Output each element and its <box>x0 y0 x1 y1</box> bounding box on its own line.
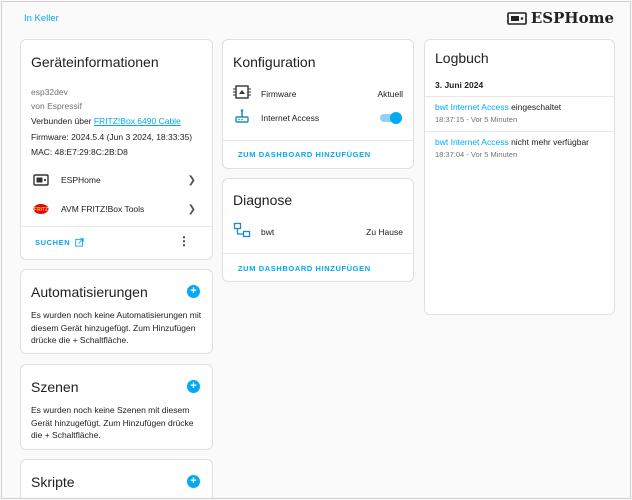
entity-name: Internet Access <box>261 113 320 123</box>
device-info-title: Geräteinformationen <box>31 54 159 70</box>
add-to-dashboard-button[interactable]: ZUM DASHBOARD HINZUFÜGEN <box>238 264 371 273</box>
entity-name: bwt <box>261 227 275 237</box>
add-automation-icon[interactable]: + <box>187 285 200 298</box>
top-bar: In Keller ESPHome <box>2 2 630 36</box>
esphome-icon <box>33 174 49 186</box>
device-mac: MAC: 48:E7:29:8C:2B:D8 <box>31 147 128 157</box>
automations-empty-text: Es wurden noch keine Automatisierungen m… <box>31 310 202 345</box>
add-scene-icon[interactable]: + <box>187 380 200 393</box>
card-divider <box>223 253 413 254</box>
chevron-right-icon: ❯ <box>187 174 196 186</box>
logbook-date: 3. Juni 2024 <box>435 80 484 90</box>
device-info-card: Geräteinformationen esp32dev von Espress… <box>20 39 213 260</box>
logbook-divider <box>425 96 614 97</box>
logbook-entry-text: nicht mehr verfügbar <box>508 137 590 147</box>
add-to-dashboard-button[interactable]: ZUM DASHBOARD HINZUFÜGEN <box>238 150 371 159</box>
scripts-title: Skripte <box>31 474 75 490</box>
diagnostics-title: Diagnose <box>233 192 293 208</box>
diagnostics-card: Diagnose bwt Zu Hause ZUM DASHBOARD HINZ… <box>222 178 414 282</box>
fritz-icon: FRITZ <box>33 204 49 214</box>
automations-title: Automatisierungen <box>31 284 148 300</box>
brand-name: ESPHome <box>530 9 614 27</box>
scenes-card: Szenen + Es wurden noch keine Szenen mit… <box>20 364 213 450</box>
search-button-label: SUCHEN <box>35 238 71 247</box>
router-icon <box>235 109 249 123</box>
chip-icon <box>233 85 251 99</box>
internet-access-toggle[interactable] <box>380 112 402 124</box>
entity-state: Zu Hause <box>366 227 403 237</box>
chevron-right-icon: ❯ <box>187 203 196 215</box>
esphome-brand: ESPHome <box>506 9 614 27</box>
integration-fritzbox[interactable]: FRITZ AVM FRITZ!Box Tools ❯ <box>21 198 212 220</box>
card-divider <box>21 226 212 227</box>
entity-row-bwt[interactable]: bwt Zu Hause <box>223 222 413 242</box>
app-frame: In Keller ESPHome Geräteinformationen es… <box>1 1 631 499</box>
configuration-card: Konfiguration Firmware Aktuell Internet … <box>222 39 414 169</box>
more-vert-icon[interactable]: ⋮ <box>178 235 190 247</box>
entity-name: Firmware <box>261 89 297 99</box>
logbook-entry: bwt Internet Access eingeschaltet 18:37:… <box>435 102 604 124</box>
toggle-knob <box>390 112 402 124</box>
device-manufacturer: von Espressif <box>31 101 83 111</box>
device-connection: Verbunden über FRITZ!Box 6490 Cable <box>31 116 181 126</box>
lan-icon <box>233 222 251 238</box>
logbook-entry-message: bwt Internet Access eingeschaltet <box>435 102 604 112</box>
integration-label: ESPHome <box>61 175 101 185</box>
entity-state: Aktuell <box>377 89 403 99</box>
logbook-entry-time: 18:37:15 - Vor 5 Minuten <box>435 115 518 124</box>
integration-label: AVM FRITZ!Box Tools <box>61 204 145 214</box>
logbook-title: Logbuch <box>435 50 489 66</box>
integration-esphome[interactable]: ESPHome ❯ <box>21 169 212 191</box>
logbook-entity-link[interactable]: bwt Internet Access <box>435 137 509 147</box>
logbook-divider <box>425 131 614 132</box>
card-divider <box>223 140 413 141</box>
breadcrumb-area-link[interactable]: In Keller <box>24 13 59 24</box>
connected-device-link[interactable]: FRITZ!Box 6490 Cable <box>94 116 181 126</box>
logbook-entry-text: eingeschaltet <box>508 102 562 112</box>
esphome-logo-icon <box>506 11 527 25</box>
device-firmware: Firmware: 2024.5.4 (Jun 3 2024, 18:33:35… <box>31 132 193 142</box>
automations-card: Automatisierungen + Es wurden noch keine… <box>20 269 213 354</box>
add-script-icon[interactable]: + <box>187 475 200 488</box>
scenes-title: Szenen <box>31 379 79 395</box>
connection-prefix: Verbunden über <box>31 116 94 126</box>
configuration-title: Konfiguration <box>233 54 316 70</box>
entity-row-firmware[interactable]: Firmware Aktuell <box>223 84 413 104</box>
logbook-card: Logbuch 3. Juni 2024 bwt Internet Access… <box>424 39 615 315</box>
device-model: esp32dev <box>31 87 68 97</box>
search-button[interactable]: SUCHEN <box>35 238 85 247</box>
logbook-entity-link[interactable]: bwt Internet Access <box>435 102 509 112</box>
svg-text:FRITZ: FRITZ <box>34 207 48 213</box>
entity-row-internet-access[interactable]: Internet Access <box>223 108 413 128</box>
scenes-empty-text: Es wurden noch keine Szenen mit diesem G… <box>31 405 194 440</box>
logbook-entry: bwt Internet Access nicht mehr verfügbar… <box>435 137 604 159</box>
logbook-entry-time: 18:37:04 - Vor 5 Minuten <box>435 150 518 159</box>
logbook-entry-message: bwt Internet Access nicht mehr verfügbar <box>435 137 604 147</box>
scripts-card: Skripte + <box>20 459 213 498</box>
open-in-new-icon <box>75 238 85 247</box>
